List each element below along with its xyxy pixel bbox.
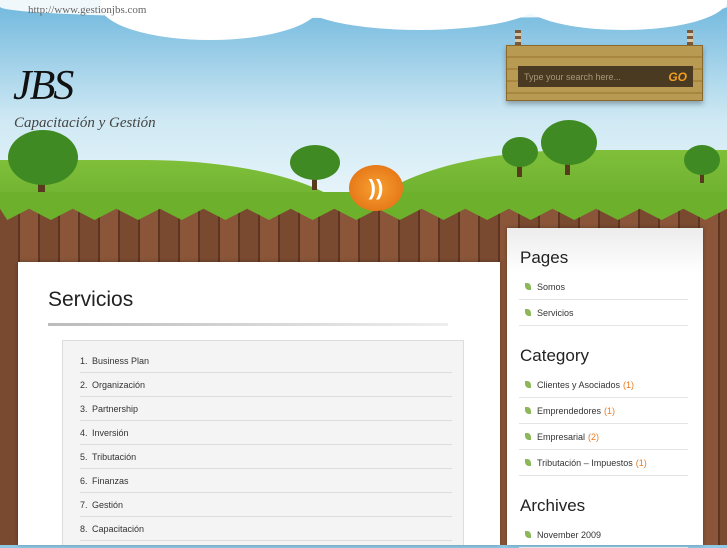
pages-heading: Pages bbox=[520, 248, 569, 267]
item-label: Business Plan bbox=[92, 355, 150, 366]
sidebar: Pages Somos Servicios Category Clientes … bbox=[507, 228, 703, 548]
list-item: 3. Partnership bbox=[80, 397, 452, 421]
item-label: Tributación bbox=[92, 451, 137, 462]
leaf-icon bbox=[525, 433, 531, 440]
search-go-button[interactable]: GO bbox=[668, 70, 687, 84]
leaf-icon bbox=[525, 407, 531, 414]
list-item: 4. Inversión bbox=[80, 421, 452, 445]
leaf-icon bbox=[525, 283, 531, 290]
search-input[interactable] bbox=[524, 71, 654, 82]
sidebar-link-servicios[interactable]: Servicios bbox=[519, 300, 688, 326]
sidebar-link-somos[interactable]: Somos bbox=[519, 274, 688, 300]
url-text: http://www.gestionjbs.com bbox=[28, 4, 147, 16]
archives-heading: Archives bbox=[520, 496, 586, 515]
item-label: Capacitación bbox=[92, 523, 145, 534]
list-item: 1. Business Plan bbox=[80, 349, 452, 373]
search-sign: GO bbox=[506, 45, 703, 101]
category-link[interactable]: Emprendedores (1) bbox=[519, 398, 688, 424]
archive-link[interactable]: November 2009 bbox=[519, 522, 688, 548]
item-label: Gestión bbox=[92, 499, 124, 510]
category-link[interactable]: Clientes y Asociados (1) bbox=[519, 372, 688, 398]
page-title: Servicios bbox=[48, 288, 134, 311]
list-item: 5. Tributación bbox=[80, 445, 452, 469]
item-label: Partnership bbox=[92, 403, 139, 414]
leaf-icon bbox=[525, 531, 531, 538]
rss-feed-icon[interactable]: )) bbox=[349, 165, 403, 211]
list-item: 7. Gestión bbox=[80, 493, 452, 517]
leaf-icon bbox=[525, 309, 531, 316]
leaf-icon bbox=[525, 459, 531, 466]
category-link[interactable]: Empresarial (2) bbox=[519, 424, 688, 450]
list-item: 6. Finanzas bbox=[80, 469, 452, 493]
item-label: Finanzas bbox=[92, 475, 129, 486]
list-item: 2. Organización bbox=[80, 373, 452, 397]
item-label: Inversión bbox=[92, 427, 129, 438]
site-tagline: Capacitación y Gestión bbox=[14, 115, 156, 131]
item-label: Organización bbox=[92, 379, 146, 390]
leaf-icon bbox=[525, 381, 531, 388]
category-heading: Category bbox=[520, 346, 589, 365]
divider bbox=[48, 323, 448, 326]
list-item: 8. Capacitación bbox=[80, 517, 452, 541]
site-logo[interactable]: JBS bbox=[13, 62, 74, 110]
main-content: Servicios 1. Business Plan 2. Organización… bbox=[18, 262, 500, 545]
search-form: GO bbox=[518, 66, 693, 87]
services-list: 1. Business Plan 2. Organización 3. Partner… bbox=[62, 340, 464, 545]
category-link[interactable]: Tributación – Impuestos (1) bbox=[519, 450, 688, 476]
